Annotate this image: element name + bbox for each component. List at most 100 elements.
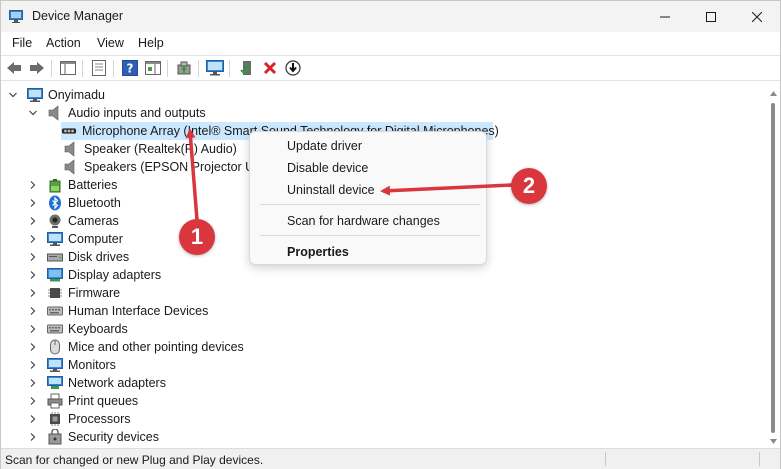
forward-button[interactable]	[28, 59, 46, 77]
action-pane-icon	[145, 61, 161, 75]
uninstall-toolbar-button[interactable]	[261, 59, 279, 77]
status-text: Scan for changed or new Plug and Play de…	[5, 453, 264, 467]
window-title: Device Manager	[32, 9, 124, 23]
chevron-right-icon	[30, 235, 36, 243]
chevron-right-icon	[30, 343, 36, 351]
menu-action[interactable]: Action	[46, 36, 81, 50]
category-network-adapters[interactable]: Network adapters	[27, 374, 166, 392]
close-icon	[752, 11, 762, 22]
minimize-icon	[660, 16, 670, 17]
speaker-icon	[47, 105, 63, 121]
printer-icon	[47, 393, 63, 409]
properties-sheet-icon	[92, 60, 106, 76]
scrollbar-thumb[interactable]	[771, 103, 775, 433]
menu-update-driver[interactable]: Update driver	[251, 135, 485, 157]
category-disk-drives[interactable]: Disk drives	[27, 248, 129, 266]
status-bar: Scan for changed or new Plug and Play de…	[1, 448, 780, 469]
menu-view[interactable]: View	[97, 36, 124, 50]
chevron-right-icon	[30, 253, 36, 261]
category-bluetooth[interactable]: Bluetooth	[27, 194, 121, 212]
chevron-down-icon	[29, 110, 37, 116]
status-divider	[759, 452, 760, 466]
action-pane-button[interactable]	[144, 59, 162, 77]
device-manager-app-icon	[9, 10, 23, 23]
menu-uninstall-device[interactable]: Uninstall device	[251, 179, 485, 201]
menu-properties[interactable]: Properties	[251, 241, 485, 263]
scan-monitor-icon	[206, 60, 224, 76]
category-label: Keyboards	[68, 322, 128, 336]
category-label: Display adapters	[68, 268, 162, 282]
minimize-button[interactable]	[642, 1, 688, 32]
chevron-right-icon	[30, 217, 36, 225]
category-batteries[interactable]: Batteries	[27, 176, 117, 194]
category-label: Human Interface Devices	[68, 304, 209, 318]
category-cameras[interactable]: Cameras	[27, 212, 119, 230]
chevron-right-icon	[30, 325, 36, 333]
category-display-adapters[interactable]: Display adapters	[27, 266, 161, 284]
network-adapter-icon	[47, 375, 63, 391]
download-driver-toolbar-button[interactable]	[284, 59, 302, 77]
uninstall-x-icon	[263, 61, 277, 75]
category-human-interface-devices[interactable]: Human Interface Devices	[27, 302, 208, 320]
maximize-button[interactable]	[688, 1, 734, 32]
context-menu: Update driver Disable device Uninstall d…	[249, 131, 487, 265]
menu-help[interactable]: Help	[138, 36, 164, 50]
title-bar[interactable]: Device Manager	[1, 1, 780, 32]
category-mice[interactable]: Mice and other pointing devices	[27, 338, 244, 356]
category-security-devices[interactable]: Security devices	[27, 428, 159, 446]
device-speakers-epson[interactable]: Speakers (EPSON Projector UD ...	[63, 158, 277, 176]
category-monitors[interactable]: Monitors	[27, 356, 116, 374]
menu-file[interactable]: File	[12, 36, 32, 50]
processor-icon	[47, 411, 63, 427]
annotation-badge-2: 2	[511, 168, 547, 204]
category-label: Security devices	[68, 430, 160, 444]
download-circle-icon	[285, 60, 301, 76]
category-label: Disk drives	[68, 250, 130, 264]
category-audio-inputs-outputs[interactable]: Audio inputs and outputs	[27, 104, 206, 122]
svg-text:?: ?	[127, 62, 134, 76]
toolbar: ?	[1, 55, 780, 81]
scan-hardware-toolbar-button[interactable]	[206, 59, 224, 77]
monitor-icon	[47, 357, 63, 373]
category-label: Print queues	[68, 394, 139, 408]
computer-root-icon	[27, 87, 43, 103]
properties-toolbar-button[interactable]	[90, 59, 108, 77]
chevron-right-icon	[30, 181, 36, 189]
category-label: Monitors	[68, 358, 116, 372]
scroll-up-button[interactable]	[769, 89, 778, 98]
microphone-array-icon	[61, 123, 77, 139]
chevron-right-icon	[30, 307, 36, 315]
add-driver-icon	[240, 61, 251, 75]
category-processors[interactable]: Processors	[27, 410, 131, 428]
back-button[interactable]	[5, 59, 23, 77]
keyboard-icon	[47, 321, 63, 337]
update-driver-toolbar-button[interactable]	[175, 59, 193, 77]
category-computer[interactable]: Computer	[27, 230, 123, 248]
category-label: Processors	[68, 412, 131, 426]
display-adapter-icon	[47, 267, 63, 283]
category-firmware[interactable]: Firmware	[27, 284, 120, 302]
vertical-scrollbar[interactable]	[767, 83, 780, 448]
menu-disable-device[interactable]: Disable device	[251, 157, 485, 179]
console-tree-icon	[60, 61, 76, 75]
annotation-badge-1: 1	[179, 219, 215, 255]
menu-separator	[260, 235, 480, 236]
category-keyboards[interactable]: Keyboards	[27, 320, 128, 338]
close-button[interactable]	[734, 1, 780, 32]
category-label: Cameras	[68, 214, 119, 228]
category-print-queues[interactable]: Print queues	[27, 392, 138, 410]
bluetooth-icon	[47, 195, 63, 211]
device-speaker-realtek[interactable]: Speaker (Realtek(R) Audio)	[63, 140, 237, 158]
chevron-right-icon	[30, 415, 36, 423]
menu-scan-hardware-changes[interactable]: Scan for hardware changes	[251, 210, 485, 232]
scroll-down-button[interactable]	[769, 437, 778, 446]
back-arrow-icon	[7, 62, 21, 74]
add-driver-toolbar-button[interactable]	[238, 59, 256, 77]
status-divider	[605, 452, 606, 466]
show-hide-console-tree-button[interactable]	[59, 59, 77, 77]
tree-root[interactable]: Onyimadu	[7, 86, 105, 104]
update-driver-icon	[177, 61, 191, 75]
speaker-icon	[63, 141, 79, 157]
help-toolbar-button[interactable]: ?	[121, 59, 139, 77]
computer-icon	[47, 231, 63, 247]
